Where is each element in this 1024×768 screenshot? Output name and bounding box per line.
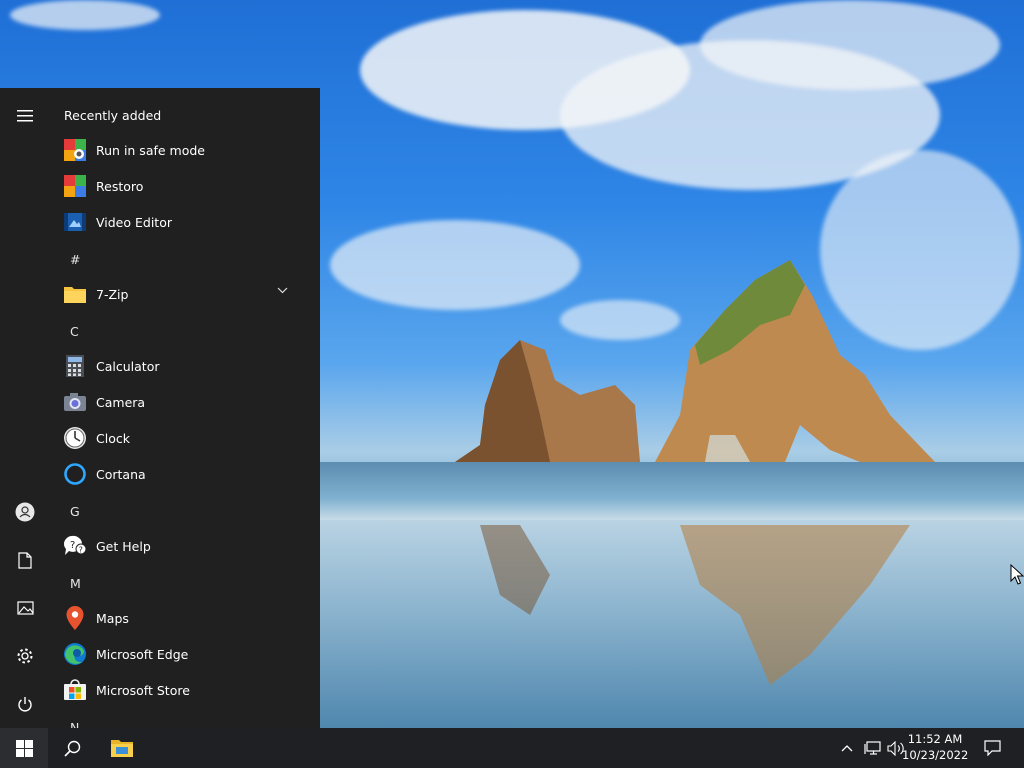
svg-text:?: ? [79, 546, 83, 555]
power-button[interactable] [0, 682, 50, 726]
start-rail [0, 88, 50, 728]
chevron-down-icon[interactable] [277, 287, 288, 294]
group-letter-m[interactable]: M [70, 576, 81, 591]
search-button[interactable] [48, 728, 96, 768]
video-editor-icon [62, 209, 88, 235]
get-help-icon: ?? [62, 533, 88, 559]
app-label: Get Help [96, 538, 151, 554]
app-microsoft-store[interactable]: Microsoft Store [50, 672, 308, 708]
calculator-icon [62, 353, 88, 379]
app-label: Cortana [96, 466, 146, 482]
pictures-icon [16, 601, 34, 615]
app-clock[interactable]: Clock [50, 420, 308, 456]
app-list: Recently added Run in safe mode Restoro … [50, 88, 320, 728]
group-letter-hash[interactable]: # [70, 252, 80, 267]
user-icon [15, 502, 35, 522]
store-icon [62, 677, 88, 703]
app-label: 7-Zip [96, 286, 129, 302]
app-calculator[interactable]: Calculator [50, 348, 308, 384]
file-explorer-button[interactable] [98, 728, 146, 768]
start-button[interactable] [0, 728, 48, 768]
show-hidden-icons-button[interactable] [836, 728, 858, 768]
notification-icon [983, 740, 1001, 756]
app-label: Clock [96, 430, 130, 446]
start-menu: Recently added Run in safe mode Restoro … [0, 88, 320, 728]
hamburger-icon [17, 110, 33, 122]
svg-text:?: ? [70, 540, 75, 551]
action-center-button[interactable] [974, 728, 1010, 768]
settings-button[interactable] [0, 634, 50, 678]
cortana-icon [62, 461, 88, 487]
network-button[interactable] [860, 728, 884, 768]
documents-icon [18, 551, 32, 569]
user-account-button[interactable] [0, 490, 50, 534]
app-label: Maps [96, 610, 129, 626]
folder-icon [62, 281, 88, 307]
app-video-editor[interactable]: Video Editor [50, 204, 308, 240]
edge-icon [62, 641, 88, 667]
taskbar: 11:52 AM 10/23/2022 [0, 728, 1024, 768]
group-letter-g[interactable]: G [70, 504, 80, 519]
app-label: Calculator [96, 358, 160, 374]
clock-time: 11:52 AM [907, 732, 963, 746]
restoro-icon [62, 173, 88, 199]
app-get-help[interactable]: ?? Get Help [50, 528, 308, 564]
app-microsoft-edge[interactable]: Microsoft Edge [50, 636, 308, 672]
app-restoro[interactable]: Restoro [50, 168, 308, 204]
search-icon [63, 740, 80, 757]
taskbar-clock[interactable]: 11:52 AM 10/23/2022 [902, 731, 968, 763]
power-icon [18, 696, 32, 711]
file-explorer-icon [111, 740, 133, 757]
app-label: Restoro [96, 178, 144, 194]
camera-icon [62, 389, 88, 415]
hamburger-button[interactable] [0, 94, 50, 138]
group-letter-n[interactable]: N [70, 720, 79, 728]
app-label: Microsoft Edge [96, 646, 189, 662]
clock-icon [62, 425, 88, 451]
app-label: Camera [96, 394, 146, 410]
section-title-recently-added: Recently added [64, 108, 162, 123]
chevron-up-icon [841, 745, 853, 752]
app-run-in-safe-mode[interactable]: Run in safe mode [50, 132, 308, 168]
run-safe-mode-icon [62, 137, 88, 163]
group-letter-c[interactable]: C [70, 324, 79, 339]
pictures-button[interactable] [0, 586, 50, 630]
clock-date: 10/23/2022 [902, 748, 969, 762]
app-label: Video Editor [96, 214, 172, 230]
network-icon [863, 740, 881, 755]
app-7-zip[interactable]: 7-Zip [50, 276, 308, 312]
app-label: Microsoft Store [96, 682, 190, 698]
mouse-cursor-icon [1010, 564, 1024, 585]
windows-start-icon [15, 739, 33, 757]
settings-icon [17, 648, 33, 664]
app-maps[interactable]: Maps [50, 600, 308, 636]
app-label: Run in safe mode [96, 142, 205, 158]
maps-icon [62, 605, 88, 631]
app-cortana[interactable]: Cortana [50, 456, 308, 492]
documents-button[interactable] [0, 538, 50, 582]
app-camera[interactable]: Camera [50, 384, 308, 420]
